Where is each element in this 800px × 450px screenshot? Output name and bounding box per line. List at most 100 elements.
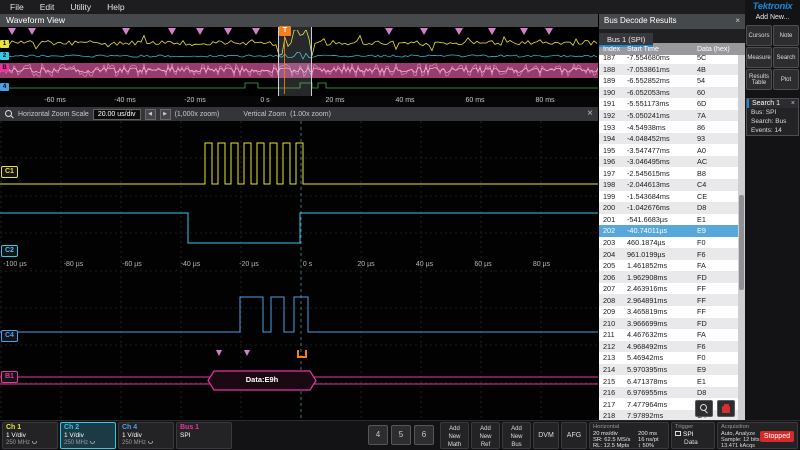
afg-button[interactable]: AFG xyxy=(561,422,587,449)
cell-data: FA xyxy=(697,330,738,339)
zoom-scale-increase-button[interactable]: ▶ xyxy=(160,109,171,120)
cell-start-time: 7.97892ms xyxy=(627,411,697,420)
table-row[interactable]: 2166.976955msD8 xyxy=(599,387,738,399)
table-row[interactable]: 2061.962908msFD xyxy=(599,271,738,283)
sidebar-button-results-table[interactable]: Results Table xyxy=(746,69,772,90)
menu-item-edit[interactable]: Edit xyxy=(32,2,63,12)
add-channel-4-button[interactable]: 4 xyxy=(368,425,388,445)
trigger-panel[interactable]: Trigger SPI Data xyxy=(671,422,715,449)
table-row[interactable]: 2156.471378msE1 xyxy=(599,375,738,387)
table-row[interactable]: 2145.970395msE9 xyxy=(599,364,738,376)
table-row[interactable]: 203460.1874µsF0 xyxy=(599,237,738,249)
table-row[interactable]: 2135.46942msF0 xyxy=(599,352,738,364)
add-new-math-button[interactable]: AddNewMath xyxy=(440,422,469,449)
cell-start-time: -1.042676ms xyxy=(627,203,697,212)
table-row[interactable]: 193-4.54938ms86 xyxy=(599,121,738,133)
overview-tag-b1[interactable]: B xyxy=(0,64,9,72)
cell-start-time: -3.046495ms xyxy=(627,157,697,166)
scrollbar-thumb[interactable] xyxy=(739,195,744,290)
table-row[interactable]: 2124.968492msF6 xyxy=(599,341,738,353)
horizontal-zoom-scale-value[interactable]: 20.00 us/div xyxy=(93,109,141,120)
add-channel-5-button[interactable]: 5 xyxy=(391,425,411,445)
cell-index: 209 xyxy=(599,307,627,316)
acquisition-status-badge[interactable]: Stopped xyxy=(760,431,794,442)
channel-badge-c4[interactable]: C4 xyxy=(1,330,18,342)
c2-trace xyxy=(0,213,598,243)
cell-start-time: 3.465819ms xyxy=(627,307,697,316)
zoom-to-event-button[interactable] xyxy=(695,400,713,417)
channel-badge-c1[interactable]: C1 xyxy=(1,166,18,178)
results-panel-title: Bus Decode Results xyxy=(604,16,676,27)
cell-data: FF xyxy=(697,296,738,305)
table-row[interactable]: 197-2.545615msB8 xyxy=(599,167,738,179)
channel-chip-ch-4[interactable]: Ch 41 V/div250 MHz xyxy=(118,422,174,449)
acquisition-panel[interactable]: Acquisition Auto, AnalyzeSample: 12 bits… xyxy=(717,422,798,449)
menu-item-file[interactable]: File xyxy=(2,2,32,12)
zoom-scale-decrease-button[interactable]: ◀ xyxy=(145,109,156,120)
menu-item-utility[interactable]: Utility xyxy=(62,2,99,12)
channel-chip-bandwidth: 250 MHz xyxy=(122,440,170,447)
table-row[interactable]: 194-4.048452ms93 xyxy=(599,133,738,145)
results-scrollbar[interactable] xyxy=(738,55,745,420)
table-row[interactable]: 187-7.554680ms5C xyxy=(599,55,738,64)
channel-chip-ch-2[interactable]: Ch 21 V/div250 MHz xyxy=(60,422,116,449)
table-row[interactable]: 200-1.042676msD8 xyxy=(599,202,738,214)
zoom-close-button[interactable]: × xyxy=(587,109,593,119)
overview-axis-label: 0 s xyxy=(260,97,269,104)
table-row[interactable]: 204961.0199µsF6 xyxy=(599,248,738,260)
table-row[interactable]: 202-40.74011µsE9 xyxy=(599,225,738,237)
channel-badge-c2[interactable]: C2 xyxy=(1,245,18,257)
table-row[interactable]: 188-7.053861ms4B xyxy=(599,64,738,76)
dvm-button[interactable]: DVM xyxy=(533,422,559,449)
table-row[interactable]: 2103.966699msFD xyxy=(599,318,738,330)
table-row[interactable]: 192-5.050241ms7A xyxy=(599,110,738,122)
search-panel-header: Search 1 × xyxy=(747,99,798,108)
zoom-axis-label: 0 s xyxy=(303,261,312,268)
add-new-ref-button[interactable]: AddNewRef xyxy=(471,422,500,449)
channel-badge-b1[interactable]: B1 xyxy=(1,371,18,383)
add-new-menu[interactable]: Add New... xyxy=(745,14,800,21)
table-row[interactable]: 198-2.044613msC4 xyxy=(599,179,738,191)
table-row[interactable]: 190-6.052053ms60 xyxy=(599,87,738,99)
table-row[interactable]: 196-3.046495msAC xyxy=(599,156,738,168)
add-new-bus-button[interactable]: AddNewBus xyxy=(502,422,531,449)
sidebar-button-search[interactable]: Search xyxy=(773,47,799,68)
cell-index: 187 xyxy=(599,55,627,62)
table-row[interactable]: 2082.964891msFF xyxy=(599,294,738,306)
trigger-indicator[interactable]: T xyxy=(279,26,291,36)
add-channel-6-button[interactable]: 6 xyxy=(414,425,434,445)
overview-tag-c1[interactable]: 1 xyxy=(0,40,9,48)
table-row[interactable]: 189-6.552852ms54 xyxy=(599,75,738,87)
sidebar-button-note[interactable]: Note xyxy=(773,25,799,46)
menu-item-help[interactable]: Help xyxy=(99,2,132,12)
channel-chip-ch-1[interactable]: Ch 11 V/div250 MHz xyxy=(2,422,58,449)
table-row[interactable]: 2072.463916msFF xyxy=(599,283,738,295)
channel-chip-bandwidth: 250 MHz xyxy=(6,440,54,447)
overview-tag-c2[interactable]: 2 xyxy=(0,52,9,60)
bus-trigger-marker xyxy=(297,350,307,358)
zoom-waveform-view: -100 µs-80 µs-60 µs-40 µs-20 µs0 s20 µs4… xyxy=(0,121,598,420)
cell-index: 202 xyxy=(599,226,627,235)
table-row[interactable]: 2093.465819msFF xyxy=(599,306,738,318)
sidebar-button-cursors[interactable]: Cursors xyxy=(746,25,772,46)
delete-button[interactable] xyxy=(717,400,735,417)
table-row[interactable]: 199-1.543684msCE xyxy=(599,191,738,203)
table-row[interactable]: 195-3.547477msA0 xyxy=(599,144,738,156)
zoom-axis-label: -20 µs xyxy=(239,261,259,268)
channel-chip-bus-1[interactable]: Bus 1SPI xyxy=(176,422,232,449)
sidebar-button-measure[interactable]: Measure xyxy=(746,47,772,68)
results-close-icon[interactable]: × xyxy=(735,16,740,27)
table-row[interactable]: 2051.461852msFA xyxy=(599,260,738,272)
table-row[interactable]: 2114.467632msFA xyxy=(599,329,738,341)
sidebar-button-plot[interactable]: Plot xyxy=(773,69,799,90)
overview-tag-c4[interactable]: 4 xyxy=(0,83,9,91)
cell-index: 211 xyxy=(599,330,627,339)
cell-index: 188 xyxy=(599,65,627,74)
trigger-type: Data xyxy=(684,439,711,447)
table-row[interactable]: 201-541.6683µsE1 xyxy=(599,214,738,226)
cell-index: 203 xyxy=(599,238,627,247)
table-row[interactable]: 191-5.551173ms6D xyxy=(599,98,738,110)
horizontal-panel[interactable]: Horizontal 20 ms/div200 msSR: 62.5 MS/s1… xyxy=(589,422,669,449)
search-close-icon[interactable]: × xyxy=(791,100,795,107)
search-result-badge[interactable]: Search 1 × Bus: SPISearch: BusEvents: 14 xyxy=(746,98,799,136)
